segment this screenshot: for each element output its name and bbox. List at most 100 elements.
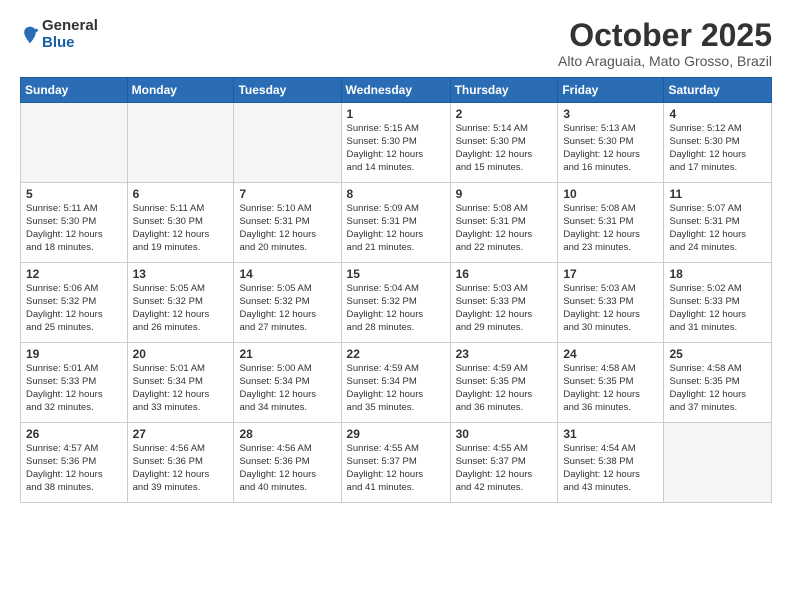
calendar-cell	[234, 103, 341, 183]
calendar-cell: 8 Sunrise: 5:09 AMSunset: 5:31 PMDaylight…	[341, 183, 450, 263]
col-wednesday: Wednesday	[341, 78, 450, 103]
month-title: October 2025	[558, 18, 772, 53]
calendar-cell: 11 Sunrise: 5:07 AMSunset: 5:31 PMDayligh…	[664, 183, 772, 263]
calendar-cell: 9 Sunrise: 5:08 AMSunset: 5:31 PMDaylight…	[450, 183, 558, 263]
logo-icon	[20, 25, 40, 45]
day-info: Sunrise: 4:55 AMSunset: 5:37 PMDaylight:…	[347, 443, 445, 494]
day-number: 10	[563, 187, 658, 201]
day-info: Sunrise: 5:05 AMSunset: 5:32 PMDaylight:…	[239, 283, 335, 334]
calendar-cell: 20 Sunrise: 5:01 AMSunset: 5:34 PMDayligh…	[127, 343, 234, 423]
logo-blue: Blue	[42, 35, 98, 52]
calendar-cell: 10Sunrise: 5:08 AMSunset: 5:31 PMDayligh…	[558, 183, 664, 263]
day-number: 24	[563, 347, 658, 361]
header: General Blue October 2025 Alto Araguaia,…	[20, 18, 772, 69]
calendar-cell: 12Sunrise: 5:06 AMSunset: 5:32 PMDayligh…	[21, 263, 128, 343]
day-number: 7	[239, 187, 335, 201]
calendar-week-5: 26 Sunrise: 4:57 AMSunset: 5:36 PMDayligh…	[21, 423, 772, 503]
calendar-cell: 22Sunrise: 4:59 AMSunset: 5:34 PMDayligh…	[341, 343, 450, 423]
page-container: General Blue October 2025 Alto Araguaia,…	[0, 0, 792, 513]
day-number: 27	[133, 427, 229, 441]
calendar-cell	[21, 103, 128, 183]
logo-text: General Blue	[42, 18, 98, 51]
day-info: Sunrise: 5:03 AMSunset: 5:33 PMDaylight:…	[563, 283, 658, 334]
day-number: 9	[456, 187, 553, 201]
calendar-cell: 13Sunrise: 5:05 AMSunset: 5:32 PMDayligh…	[127, 263, 234, 343]
day-info: Sunrise: 4:57 AMSunset: 5:36 PMDaylight:…	[26, 443, 122, 494]
day-number: 2	[456, 107, 553, 121]
day-info: Sunrise: 5:08 AMSunset: 5:31 PMDaylight:…	[456, 203, 553, 254]
day-number: 19	[26, 347, 122, 361]
day-info: Sunrise: 5:02 AMSunset: 5:33 PMDaylight:…	[669, 283, 766, 334]
calendar-cell: 16 Sunrise: 5:03 AMSunset: 5:33 PMDayligh…	[450, 263, 558, 343]
calendar-cell: 1 Sunrise: 5:15 AMSunset: 5:30 PMDaylight…	[341, 103, 450, 183]
calendar-cell: 17 Sunrise: 5:03 AMSunset: 5:33 PMDayligh…	[558, 263, 664, 343]
day-number: 23	[456, 347, 553, 361]
day-number: 1	[347, 107, 445, 121]
day-info: Sunrise: 5:06 AMSunset: 5:32 PMDaylight:…	[26, 283, 122, 334]
day-info: Sunrise: 5:03 AMSunset: 5:33 PMDaylight:…	[456, 283, 553, 334]
calendar-cell: 18 Sunrise: 5:02 AMSunset: 5:33 PMDayligh…	[664, 263, 772, 343]
day-info: Sunrise: 5:09 AMSunset: 5:31 PMDaylight:…	[347, 203, 445, 254]
location-title: Alto Araguaia, Mato Grosso, Brazil	[558, 53, 772, 69]
day-info: Sunrise: 5:14 AMSunset: 5:30 PMDaylight:…	[456, 123, 553, 174]
day-number: 15	[347, 267, 445, 281]
calendar-cell: 2 Sunrise: 5:14 AMSunset: 5:30 PMDaylight…	[450, 103, 558, 183]
day-info: Sunrise: 4:59 AMSunset: 5:34 PMDaylight:…	[347, 363, 445, 414]
calendar-cell: 4Sunrise: 5:12 AMSunset: 5:30 PMDaylight…	[664, 103, 772, 183]
day-number: 6	[133, 187, 229, 201]
day-number: 14	[239, 267, 335, 281]
day-number: 26	[26, 427, 122, 441]
col-thursday: Thursday	[450, 78, 558, 103]
day-number: 28	[239, 427, 335, 441]
calendar: Sunday Monday Tuesday Wednesday Thursday…	[20, 77, 772, 503]
day-number: 29	[347, 427, 445, 441]
day-number: 16	[456, 267, 553, 281]
calendar-cell	[664, 423, 772, 503]
calendar-cell: 23 Sunrise: 4:59 AMSunset: 5:35 PMDayligh…	[450, 343, 558, 423]
calendar-cell: 7 Sunrise: 5:10 AMSunset: 5:31 PMDaylight…	[234, 183, 341, 263]
calendar-cell: 27Sunrise: 4:56 AMSunset: 5:36 PMDayligh…	[127, 423, 234, 503]
day-number: 3	[563, 107, 658, 121]
col-saturday: Saturday	[664, 78, 772, 103]
day-info: Sunrise: 5:07 AMSunset: 5:31 PMDaylight:…	[669, 203, 766, 254]
calendar-cell: 30Sunrise: 4:55 AMSunset: 5:37 PMDayligh…	[450, 423, 558, 503]
day-number: 21	[239, 347, 335, 361]
day-number: 11	[669, 187, 766, 201]
calendar-cell: 26 Sunrise: 4:57 AMSunset: 5:36 PMDayligh…	[21, 423, 128, 503]
day-number: 30	[456, 427, 553, 441]
day-info: Sunrise: 5:05 AMSunset: 5:32 PMDaylight:…	[133, 283, 229, 334]
calendar-week-2: 5Sunrise: 5:11 AMSunset: 5:30 PMDaylight…	[21, 183, 772, 263]
calendar-week-3: 12Sunrise: 5:06 AMSunset: 5:32 PMDayligh…	[21, 263, 772, 343]
calendar-cell: 25Sunrise: 4:58 AMSunset: 5:35 PMDayligh…	[664, 343, 772, 423]
day-number: 20	[133, 347, 229, 361]
calendar-cell: 14 Sunrise: 5:05 AMSunset: 5:32 PMDayligh…	[234, 263, 341, 343]
day-number: 8	[347, 187, 445, 201]
day-info: Sunrise: 5:00 AMSunset: 5:34 PMDaylight:…	[239, 363, 335, 414]
title-block: October 2025 Alto Araguaia, Mato Grosso,…	[558, 18, 772, 69]
calendar-cell: 28Sunrise: 4:56 AMSunset: 5:36 PMDayligh…	[234, 423, 341, 503]
calendar-week-1: 1 Sunrise: 5:15 AMSunset: 5:30 PMDaylight…	[21, 103, 772, 183]
col-monday: Monday	[127, 78, 234, 103]
day-number: 4	[669, 107, 766, 121]
day-info: Sunrise: 5:10 AMSunset: 5:31 PMDaylight:…	[239, 203, 335, 254]
col-sunday: Sunday	[21, 78, 128, 103]
calendar-header-row: Sunday Monday Tuesday Wednesday Thursday…	[21, 78, 772, 103]
day-number: 31	[563, 427, 658, 441]
day-info: Sunrise: 4:58 AMSunset: 5:35 PMDaylight:…	[669, 363, 766, 414]
day-info: Sunrise: 5:11 AMSunset: 5:30 PMDaylight:…	[133, 203, 229, 254]
calendar-week-4: 19 Sunrise: 5:01 AMSunset: 5:33 PMDayligh…	[21, 343, 772, 423]
day-number: 18	[669, 267, 766, 281]
day-info: Sunrise: 4:59 AMSunset: 5:35 PMDaylight:…	[456, 363, 553, 414]
calendar-cell: 15Sunrise: 5:04 AMSunset: 5:32 PMDayligh…	[341, 263, 450, 343]
day-number: 17	[563, 267, 658, 281]
day-info: Sunrise: 5:01 AMSunset: 5:34 PMDaylight:…	[133, 363, 229, 414]
calendar-cell: 5Sunrise: 5:11 AMSunset: 5:30 PMDaylight…	[21, 183, 128, 263]
day-info: Sunrise: 5:15 AMSunset: 5:30 PMDaylight:…	[347, 123, 445, 174]
day-info: Sunrise: 5:11 AMSunset: 5:30 PMDaylight:…	[26, 203, 122, 254]
day-info: Sunrise: 5:13 AMSunset: 5:30 PMDaylight:…	[563, 123, 658, 174]
day-info: Sunrise: 5:01 AMSunset: 5:33 PMDaylight:…	[26, 363, 122, 414]
calendar-cell: 19 Sunrise: 5:01 AMSunset: 5:33 PMDayligh…	[21, 343, 128, 423]
day-info: Sunrise: 4:54 AMSunset: 5:38 PMDaylight:…	[563, 443, 658, 494]
calendar-cell: 31 Sunrise: 4:54 AMSunset: 5:38 PMDayligh…	[558, 423, 664, 503]
day-info: Sunrise: 4:58 AMSunset: 5:35 PMDaylight:…	[563, 363, 658, 414]
